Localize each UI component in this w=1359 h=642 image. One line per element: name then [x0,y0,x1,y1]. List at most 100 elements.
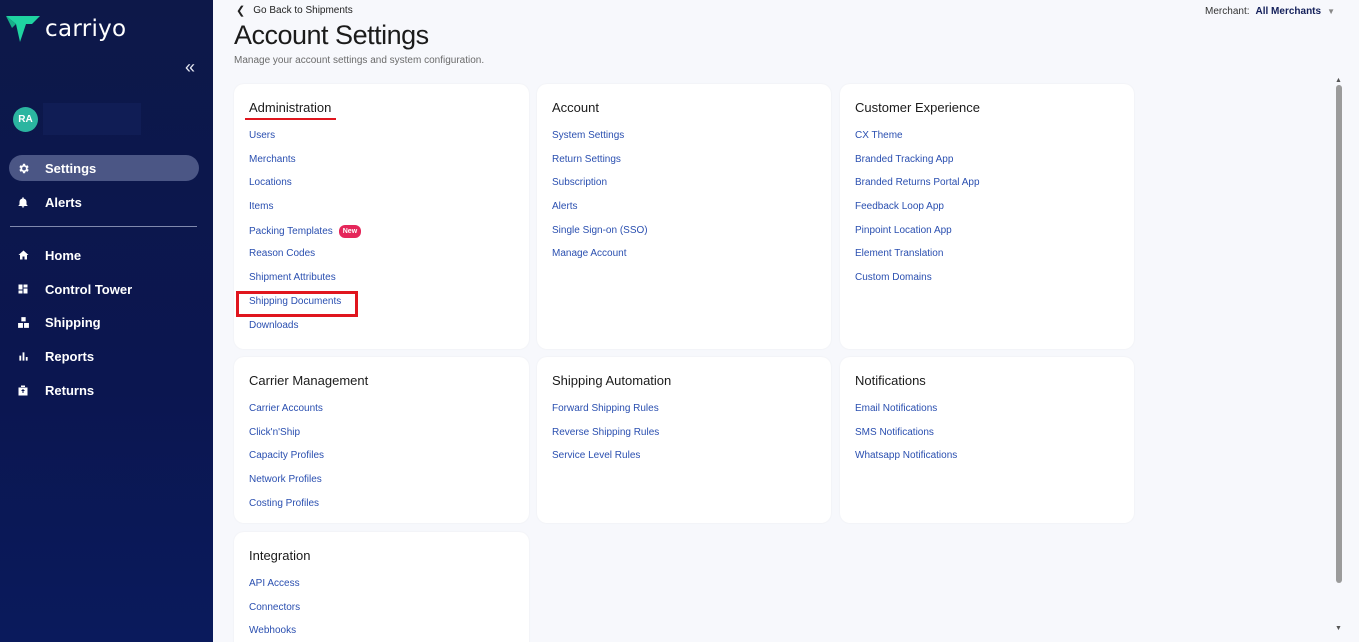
link-capacity-profiles[interactable]: Capacity Profiles [249,450,324,474]
scrollbar-thumb[interactable] [1336,85,1342,583]
sidebar-item-reports[interactable]: Reports [9,343,199,369]
link-sso[interactable]: Single Sign-on (SSO) [552,225,648,249]
scroll-up-icon[interactable]: ▲ [1335,77,1342,84]
link-api-access[interactable]: API Access [249,578,300,602]
link-service-level-rules[interactable]: Service Level Rules [552,450,659,474]
link-system-settings[interactable]: System Settings [552,130,648,154]
chevron-left-icon: ❮ [236,5,246,17]
sidebar-item-label: Alerts [45,194,82,210]
link-cx-theme[interactable]: CX Theme [855,130,980,154]
card-title: Carrier Management [249,373,369,388]
sidebar-item-label: Settings [45,160,97,176]
merchant-selector[interactable]: Merchant: All Merchants ▼ [1205,6,1335,17]
link-branded-tracking-app[interactable]: Branded Tracking App [855,154,980,178]
carriyo-logo-icon [6,16,40,42]
card-title: Integration [249,548,311,563]
sidebar-item-label: Returns [45,382,95,398]
link-reason-codes[interactable]: Reason Codes [249,248,361,272]
link-label: Packing Templates [249,225,333,237]
carriyo-logo[interactable]: carriyo [6,16,126,42]
card-links: CX Theme Branded Tracking App Branded Re… [855,130,980,296]
card-links: Forward Shipping Rules Reverse Shipping … [552,403,659,474]
link-alerts[interactable]: Alerts [552,201,648,225]
user-profile[interactable]: RA [13,103,141,135]
link-network-profiles[interactable]: Network Profiles [249,474,324,498]
link-branded-returns-portal-app[interactable]: Branded Returns Portal App [855,177,980,201]
link-subscription[interactable]: Subscription [552,177,648,201]
card-links: System Settings Return Settings Subscrip… [552,130,648,272]
card-title: Customer Experience [855,100,980,115]
bar-chart-icon [16,349,30,363]
card-shipping-automation: Shipping Automation Forward Shipping Rul… [537,357,831,523]
card-carrier-management: Carrier Management Carrier Accounts Clic… [234,357,529,523]
sidebar-item-control-tower[interactable]: Control Tower [9,276,199,302]
sidebar-item-label: Shipping [45,314,101,330]
sidebar-item-alerts[interactable]: Alerts [9,189,199,215]
return-box-icon [16,383,30,397]
sidebar-item-label: Home [45,247,82,263]
dashboard-icon [16,282,30,296]
vertical-scrollbar[interactable]: ▲ ▼ [1334,77,1344,637]
page-subtitle: Manage your account settings and system … [234,55,485,66]
sidebar-divider [10,226,197,227]
link-click-n-ship[interactable]: Click'n'Ship [249,427,324,451]
brand-name: carriyo [45,16,127,42]
card-integration: Integration API Access Connectors Webhoo… [234,532,529,642]
highlight-underline [245,118,336,120]
sidebar-item-settings[interactable]: Settings [9,155,199,181]
link-costing-profiles[interactable]: Costing Profiles [249,498,324,522]
user-name-redacted [43,103,141,135]
link-locations[interactable]: Locations [249,177,361,201]
back-to-shipments-link[interactable]: ❮ Go Back to Shipments [236,4,353,17]
card-title: Notifications [855,373,926,388]
link-whatsapp-notifications[interactable]: Whatsapp Notifications [855,450,957,474]
link-return-settings[interactable]: Return Settings [552,154,648,178]
link-forward-shipping-rules[interactable]: Forward Shipping Rules [552,403,659,427]
sidebar: carriyo « RA Settings Alerts Home Contro… [0,0,213,642]
link-users[interactable]: Users [249,130,361,154]
link-carrier-accounts[interactable]: Carrier Accounts [249,403,324,427]
gear-icon [16,161,30,175]
link-items[interactable]: Items [249,201,361,225]
bell-icon [16,195,30,209]
card-account: Account System Settings Return Settings … [537,84,831,349]
link-merchants[interactable]: Merchants [249,154,361,178]
chevron-down-icon: ▼ [1327,7,1335,16]
scroll-down-icon[interactable]: ▼ [1335,625,1342,632]
card-administration: Administration Users Merchants Locations… [234,84,529,349]
link-sms-notifications[interactable]: SMS Notifications [855,427,957,451]
link-connectors[interactable]: Connectors [249,602,300,626]
link-custom-domains[interactable]: Custom Domains [855,272,980,296]
sidebar-item-home[interactable]: Home [9,242,199,268]
sidebar-item-label: Reports [45,348,95,364]
link-element-translation[interactable]: Element Translation [855,248,980,272]
collapse-sidebar-button[interactable]: « [185,57,195,78]
link-feedback-loop-app[interactable]: Feedback Loop App [855,201,980,225]
page-title: Account Settings [234,20,429,50]
card-links: Email Notifications SMS Notifications Wh… [855,403,957,474]
card-title: Shipping Automation [552,373,672,388]
sidebar-item-shipping[interactable]: Shipping [9,309,199,335]
link-downloads[interactable]: Downloads [249,320,361,344]
sidebar-item-returns[interactable]: Returns [9,377,199,403]
back-label: Go Back to Shipments [253,5,353,16]
card-title: Account [552,100,599,115]
merchant-value: All Merchants [1255,6,1322,17]
link-email-notifications[interactable]: Email Notifications [855,403,957,427]
card-links: API Access Connectors Webhooks [249,578,300,642]
card-title: Administration [249,100,332,115]
link-reverse-shipping-rules[interactable]: Reverse Shipping Rules [552,427,659,451]
card-customer-experience: Customer Experience CX Theme Branded Tra… [840,84,1134,349]
merchant-label: Merchant: [1205,6,1250,17]
card-links: Carrier Accounts Click'n'Ship Capacity P… [249,403,324,521]
link-manage-account[interactable]: Manage Account [552,248,648,272]
card-notifications: Notifications Email Notifications SMS No… [840,357,1134,523]
link-packing-templates[interactable]: Packing Templates New [249,224,362,249]
sidebar-item-label: Control Tower [45,281,133,297]
boxes-icon [16,315,30,329]
new-badge: New [338,224,362,238]
avatar: RA [13,106,38,132]
link-webhooks[interactable]: Webhooks [249,625,300,642]
link-pinpoint-location-app[interactable]: Pinpoint Location App [855,225,980,249]
home-icon [16,248,30,262]
